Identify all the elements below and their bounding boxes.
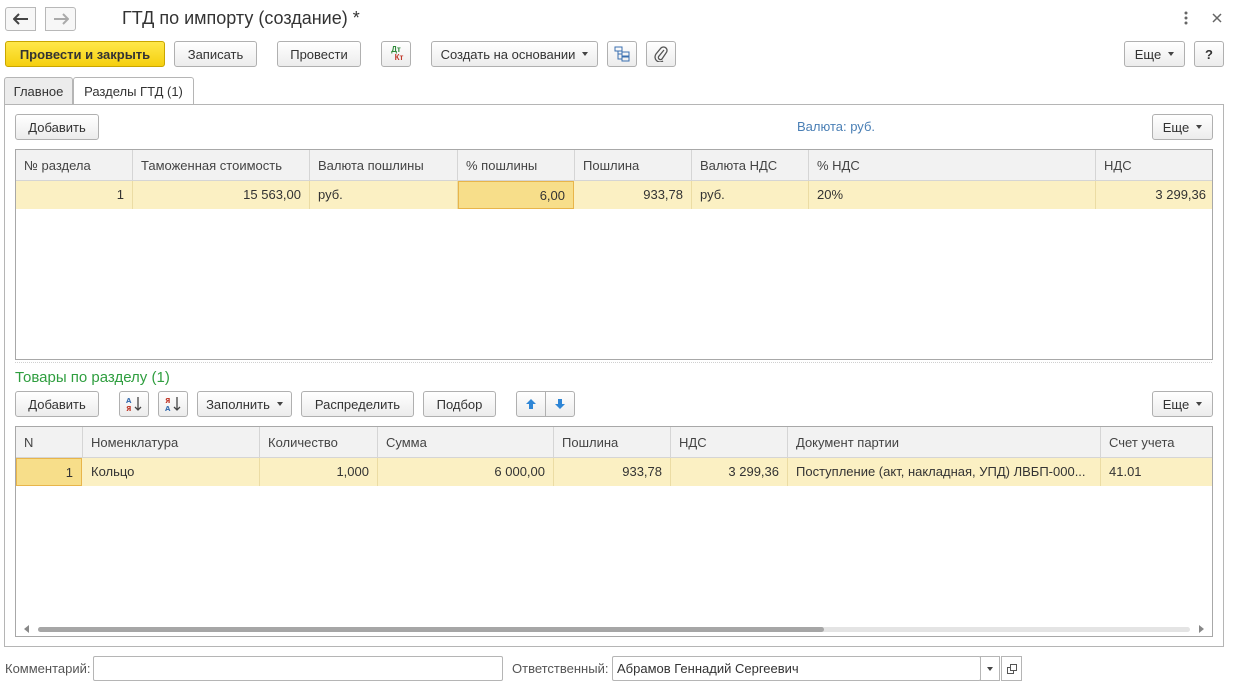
sections-more-button[interactable]: Еще	[1152, 114, 1213, 140]
table-cell[interactable]: Кольцо	[83, 458, 260, 486]
move-down-button[interactable]	[545, 391, 575, 417]
chevron-down-icon	[1196, 125, 1203, 129]
sort-ascending-icon: А Я	[126, 397, 142, 413]
dt-kt-button[interactable]: Дт Кт	[381, 41, 411, 67]
chevron-down-icon	[276, 402, 283, 406]
currency-link[interactable]: Валюта: руб.	[797, 119, 875, 134]
table-cell[interactable]: 15 563,00	[133, 181, 310, 209]
add-section-button[interactable]: Добавить	[15, 114, 99, 140]
table-cell[interactable]: 3 299,36	[1096, 181, 1212, 209]
sort-descending-button[interactable]: Я А	[158, 391, 188, 417]
column-header[interactable]: % НДС	[809, 150, 1096, 181]
table-row[interactable]: 1 15 563,00 руб. 6,00 933,78 руб. 20% 3 …	[16, 181, 1212, 209]
sort-ascending-button[interactable]: А Я	[119, 391, 149, 417]
column-header[interactable]: Валюта пошлины	[310, 150, 458, 181]
table-cell[interactable]: 933,78	[554, 458, 671, 486]
goods-section-title: Товары по разделу (1)	[15, 369, 170, 386]
post-button[interactable]: Провести	[277, 41, 361, 67]
svg-text:А: А	[126, 397, 132, 405]
chevron-down-icon	[582, 52, 589, 56]
move-up-button[interactable]	[516, 391, 546, 417]
table-cell[interactable]: 6,00	[458, 181, 574, 209]
attach-button[interactable]	[646, 41, 676, 67]
table-cell[interactable]: 933,78	[575, 181, 692, 209]
post-and-close-button[interactable]: Провести и закрыть	[5, 41, 165, 67]
column-header[interactable]: Пошлина	[554, 427, 671, 458]
arrow-right-icon	[53, 13, 69, 25]
chevron-down-icon	[987, 666, 993, 671]
column-header[interactable]: Номенклатура	[83, 427, 260, 458]
svg-text:Я: Я	[126, 405, 131, 413]
column-header[interactable]: Сумма	[378, 427, 554, 458]
paperclip-icon	[654, 46, 668, 62]
open-window-icon	[1006, 663, 1017, 674]
fill-button[interactable]: Заполнить	[197, 391, 292, 417]
responsible-field[interactable]: Абрамов Геннадий Сергеевич	[612, 656, 981, 681]
arrow-up-icon	[526, 399, 536, 409]
goods-more-button[interactable]: Еще	[1152, 391, 1213, 417]
tab-gtd-sections[interactable]: Разделы ГТД (1)	[73, 77, 194, 105]
responsible-open-button[interactable]	[1001, 656, 1022, 681]
scroll-right-icon[interactable]	[1198, 625, 1204, 633]
sections-table[interactable]: № раздела Таможенная стоимость Валюта по…	[15, 149, 1213, 360]
table-cell[interactable]: 1	[16, 458, 82, 486]
vertical-ellipsis-icon[interactable]	[1178, 10, 1194, 26]
table-cell[interactable]: 1,000	[260, 458, 378, 486]
close-icon[interactable]	[1209, 10, 1225, 26]
table-cell[interactable]: 41.01	[1101, 458, 1212, 486]
create-based-on-button[interactable]: Создать на основании	[431, 41, 598, 67]
dt-kt-icon: Дт Кт	[391, 45, 404, 62]
more-button[interactable]: Еще	[1124, 41, 1185, 67]
horizontal-scrollbar[interactable]	[16, 622, 1212, 636]
distribute-button[interactable]: Распределить	[301, 391, 414, 417]
table-header: N Номенклатура Количество Сумма Пошлина …	[16, 427, 1212, 458]
forward-button[interactable]	[45, 7, 76, 31]
svg-text:А: А	[165, 405, 171, 413]
arrow-left-icon	[12, 13, 28, 25]
svg-text:Я: Я	[165, 397, 170, 405]
column-header[interactable]: Количество	[260, 427, 378, 458]
scroll-thumb[interactable]	[38, 627, 824, 632]
table-cell[interactable]: 1	[16, 181, 133, 209]
table-header: № раздела Таможенная стоимость Валюта по…	[16, 150, 1212, 181]
save-button[interactable]: Записать	[174, 41, 257, 67]
comment-label: Комментарий:	[5, 661, 91, 676]
tab-main[interactable]: Главное	[4, 77, 73, 104]
arrow-down-icon	[555, 399, 565, 409]
comment-field[interactable]	[93, 656, 503, 681]
table-cell[interactable]: руб.	[310, 181, 458, 209]
add-goods-button[interactable]: Добавить	[15, 391, 99, 417]
table-row[interactable]: 1 Кольцо 1,000 6 000,00 933,78 3 299,36 …	[16, 458, 1212, 486]
page-title: ГТД по импорту (создание) *	[122, 8, 360, 28]
column-header[interactable]: Пошлина	[575, 150, 692, 181]
chevron-down-icon	[1168, 52, 1175, 56]
scroll-left-icon[interactable]	[24, 625, 30, 633]
column-header[interactable]: Документ партии	[788, 427, 1101, 458]
column-header[interactable]: Валюта НДС	[692, 150, 809, 181]
hierarchy-icon	[614, 46, 630, 62]
table-cell[interactable]: Поступление (акт, накладная, УПД) ЛВБП-0…	[788, 458, 1101, 486]
table-cell[interactable]: 6 000,00	[378, 458, 554, 486]
pick-button[interactable]: Подбор	[423, 391, 496, 417]
divider	[15, 362, 1212, 363]
responsible-dropdown-button[interactable]	[980, 656, 1000, 681]
table-cell[interactable]: 20%	[809, 181, 1096, 209]
column-header[interactable]: НДС	[1096, 150, 1212, 181]
goods-table[interactable]: N Номенклатура Количество Сумма Пошлина …	[15, 426, 1213, 637]
column-header[interactable]: N	[16, 427, 83, 458]
table-cell[interactable]: 3 299,36	[671, 458, 788, 486]
help-button[interactable]: ?	[1194, 41, 1224, 67]
sort-descending-icon: Я А	[165, 397, 181, 413]
column-header[interactable]: № раздела	[16, 150, 133, 181]
column-header[interactable]: Таможенная стоимость	[133, 150, 310, 181]
column-header[interactable]: НДС	[671, 427, 788, 458]
responsible-label: Ответственный:	[512, 661, 609, 676]
column-header[interactable]: Счет учета	[1101, 427, 1212, 458]
chevron-down-icon	[1196, 402, 1203, 406]
structure-button[interactable]	[607, 41, 637, 67]
table-cell[interactable]: руб.	[692, 181, 809, 209]
back-button[interactable]	[5, 7, 36, 31]
column-header[interactable]: % пошлины	[458, 150, 575, 181]
